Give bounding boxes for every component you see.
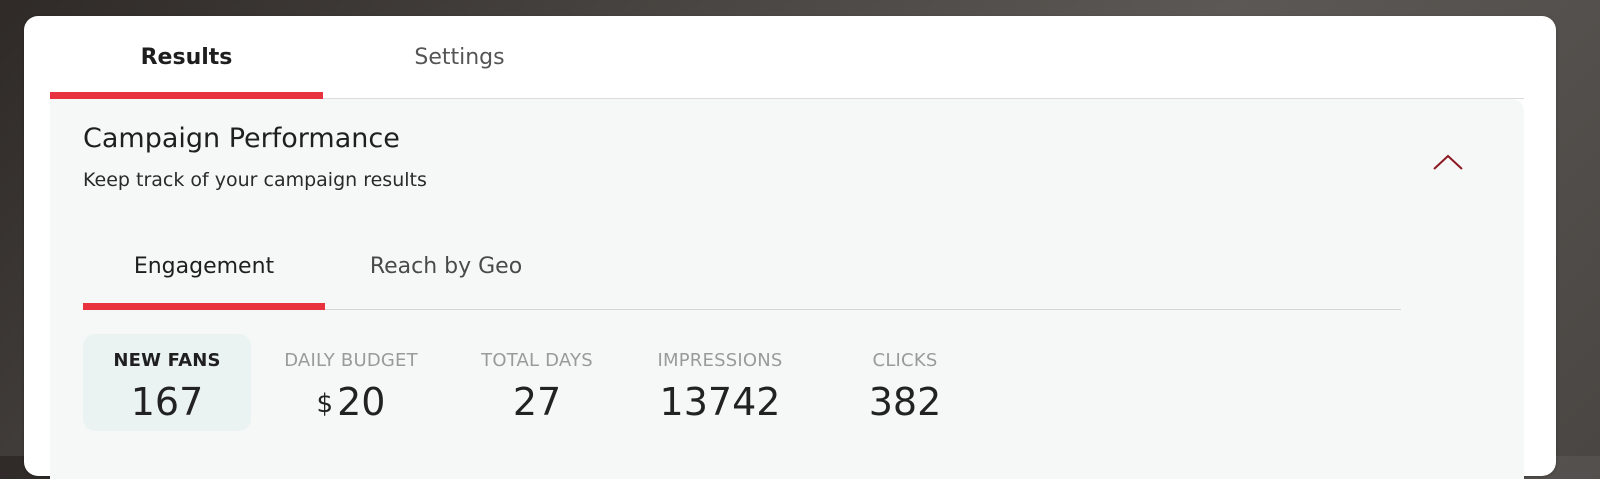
collapse-button[interactable] (1428, 145, 1468, 175)
stat-value: 167 (130, 380, 204, 424)
stat-clicks[interactable]: CLICKS 382 (843, 334, 967, 431)
stat-value: 382 (868, 380, 942, 424)
metrics-tab-bar: Engagement Reach by Geo (83, 224, 1401, 310)
currency-symbol: $ (316, 389, 334, 419)
stat-label: CLICKS (872, 350, 938, 371)
tab-results-label: Results (140, 44, 233, 70)
tab-reach-by-geo[interactable]: Reach by Geo (325, 224, 567, 309)
tab-results[interactable]: Results (50, 16, 323, 99)
stat-label: NEW FANS (113, 350, 221, 371)
tab-engagement[interactable]: Engagement (83, 224, 325, 310)
panel-title: Campaign Performance (83, 123, 400, 154)
panel-subtitle: Keep track of your campaign results (83, 169, 427, 191)
tab-reach-by-geo-label: Reach by Geo (369, 254, 523, 279)
stat-label: DAILY BUDGET (284, 350, 418, 371)
chevron-up-icon (1433, 154, 1463, 170)
campaign-performance-panel: Campaign Performance Keep track of your … (50, 99, 1524, 479)
tab-settings[interactable]: Settings (323, 16, 596, 98)
tab-settings-label: Settings (414, 44, 505, 70)
stat-label: TOTAL DAYS (481, 350, 593, 371)
stat-label: IMPRESSIONS (657, 350, 783, 371)
top-tab-bar: Results Settings (50, 16, 1524, 99)
stat-impressions[interactable]: IMPRESSIONS 13742 (635, 334, 805, 431)
stat-total-days[interactable]: TOTAL DAYS 27 (459, 334, 615, 431)
stat-value: 20 (337, 380, 386, 424)
stat-new-fans[interactable]: NEW FANS 167 (83, 334, 251, 431)
stat-value: 13742 (659, 380, 781, 424)
campaign-card: Results Settings Campaign Performance Ke… (24, 16, 1556, 479)
stat-daily-budget[interactable]: DAILY BUDGET $20 (271, 334, 431, 431)
stat-value-wrapper: $20 (271, 380, 431, 424)
tab-engagement-label: Engagement (133, 254, 275, 279)
stat-value: 27 (512, 380, 562, 424)
